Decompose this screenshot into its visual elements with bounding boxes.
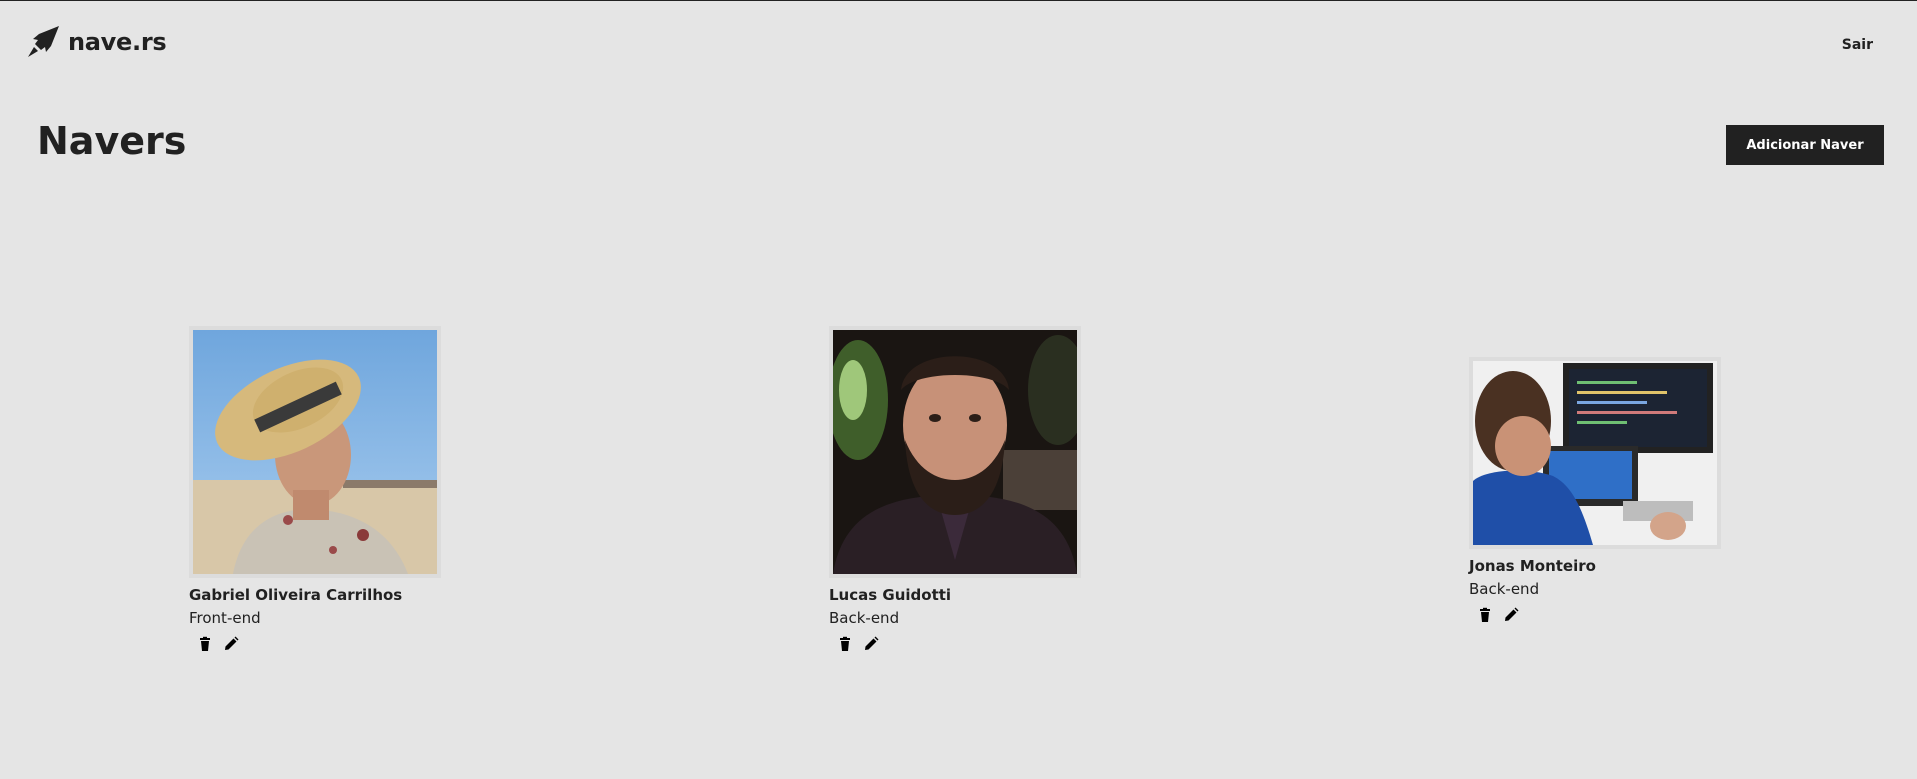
pencil-icon[interactable]	[223, 636, 239, 652]
pencil-icon[interactable]	[863, 636, 879, 652]
naver-name: Lucas Guidotti	[829, 586, 952, 604]
logout-link[interactable]: Sair	[1842, 37, 1873, 53]
naver-card: Gabriel Oliveira Carrilhos Front-end	[189, 326, 441, 652]
naver-role: Front-end	[189, 609, 261, 627]
top-bar: nave.rs Sair	[0, 1, 1917, 81]
page-title: Navers	[37, 119, 187, 163]
trash-icon[interactable]	[1477, 607, 1493, 623]
naver-card: Lucas Guidotti Back-end	[829, 326, 1081, 652]
naver-actions	[829, 636, 1081, 652]
naver-role: Back-end	[829, 609, 900, 627]
naver-photo[interactable]	[189, 326, 441, 578]
trash-icon[interactable]	[837, 636, 853, 652]
add-naver-button[interactable]: Adicionar Naver	[1726, 125, 1884, 165]
naver-card: Jonas Monteiro Back-end	[1469, 357, 1721, 623]
logo-text: nave.rs	[68, 28, 167, 56]
rocket-icon	[26, 25, 60, 59]
naver-photo[interactable]	[1469, 357, 1721, 549]
trash-icon[interactable]	[197, 636, 213, 652]
pencil-icon[interactable]	[1503, 607, 1519, 623]
naver-actions	[189, 636, 441, 652]
naver-role: Back-end	[1469, 580, 1540, 598]
naver-actions	[1469, 607, 1721, 623]
naver-name: Jonas Monteiro	[1469, 557, 1596, 575]
logo-link[interactable]: nave.rs	[26, 25, 167, 59]
naver-photo[interactable]	[829, 326, 1081, 578]
naver-name: Gabriel Oliveira Carrilhos	[189, 586, 403, 604]
